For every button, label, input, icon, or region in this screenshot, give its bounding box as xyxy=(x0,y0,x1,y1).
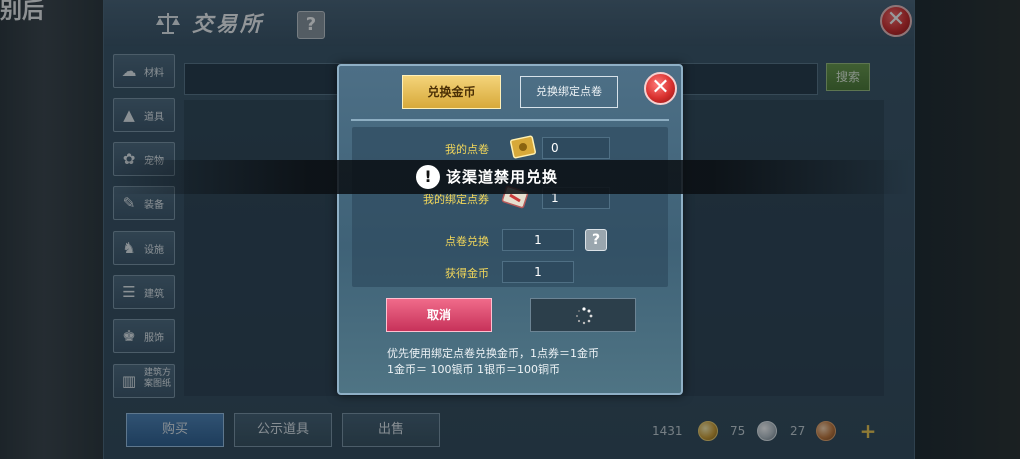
divider xyxy=(351,119,669,121)
cancel-button[interactable]: 取消 xyxy=(386,298,492,332)
tab-exchange-gold[interactable]: 兑换金币 xyxy=(402,75,501,109)
toast-notification: ! 该渠道禁用兑换 xyxy=(110,160,910,194)
gain-gold-label: 获得金币 xyxy=(445,267,489,280)
exchange-help-button[interactable]: ? xyxy=(585,229,607,251)
toast-message: 该渠道禁用兑换 xyxy=(446,168,559,186)
points-exchange-label: 点卷兑换 xyxy=(445,235,489,248)
warning-icon: ! xyxy=(416,165,440,189)
loading-spinner-icon xyxy=(576,307,593,325)
my-points-value: 0 xyxy=(542,137,610,159)
exchange-panel: 我的点卷 0 我的绑定点券 1 点卷兑换 1 获得金币 1 xyxy=(352,127,668,287)
close-dialog-button[interactable]: ✕ xyxy=(644,72,677,105)
confirm-button[interactable] xyxy=(530,298,636,332)
note-line-1: 优先使用绑定点卷兑换金币，1点券＝1金币 xyxy=(387,347,599,360)
my-points-label: 我的点卷 xyxy=(445,143,489,156)
exchange-dialog: 兑换金币 兑换绑定点卷 ✕ 我的点卷 0 我的绑定点券 1 点卷兑换 1 获得金… xyxy=(337,64,683,395)
tab-exchange-bound-points[interactable]: 兑换绑定点卷 xyxy=(520,76,618,108)
exchange-rate-note: 优先使用绑定点卷兑换金币，1点券＝1金币 1金币＝ 100银币 1银币＝100铜… xyxy=(387,346,657,378)
note-line-2: 1金币＝ 100银币 1银币＝100铜币 xyxy=(387,363,560,376)
points-exchange-input[interactable]: 1 xyxy=(502,229,574,251)
gain-gold-value: 1 xyxy=(502,261,574,283)
points-ticket-icon xyxy=(509,135,537,159)
